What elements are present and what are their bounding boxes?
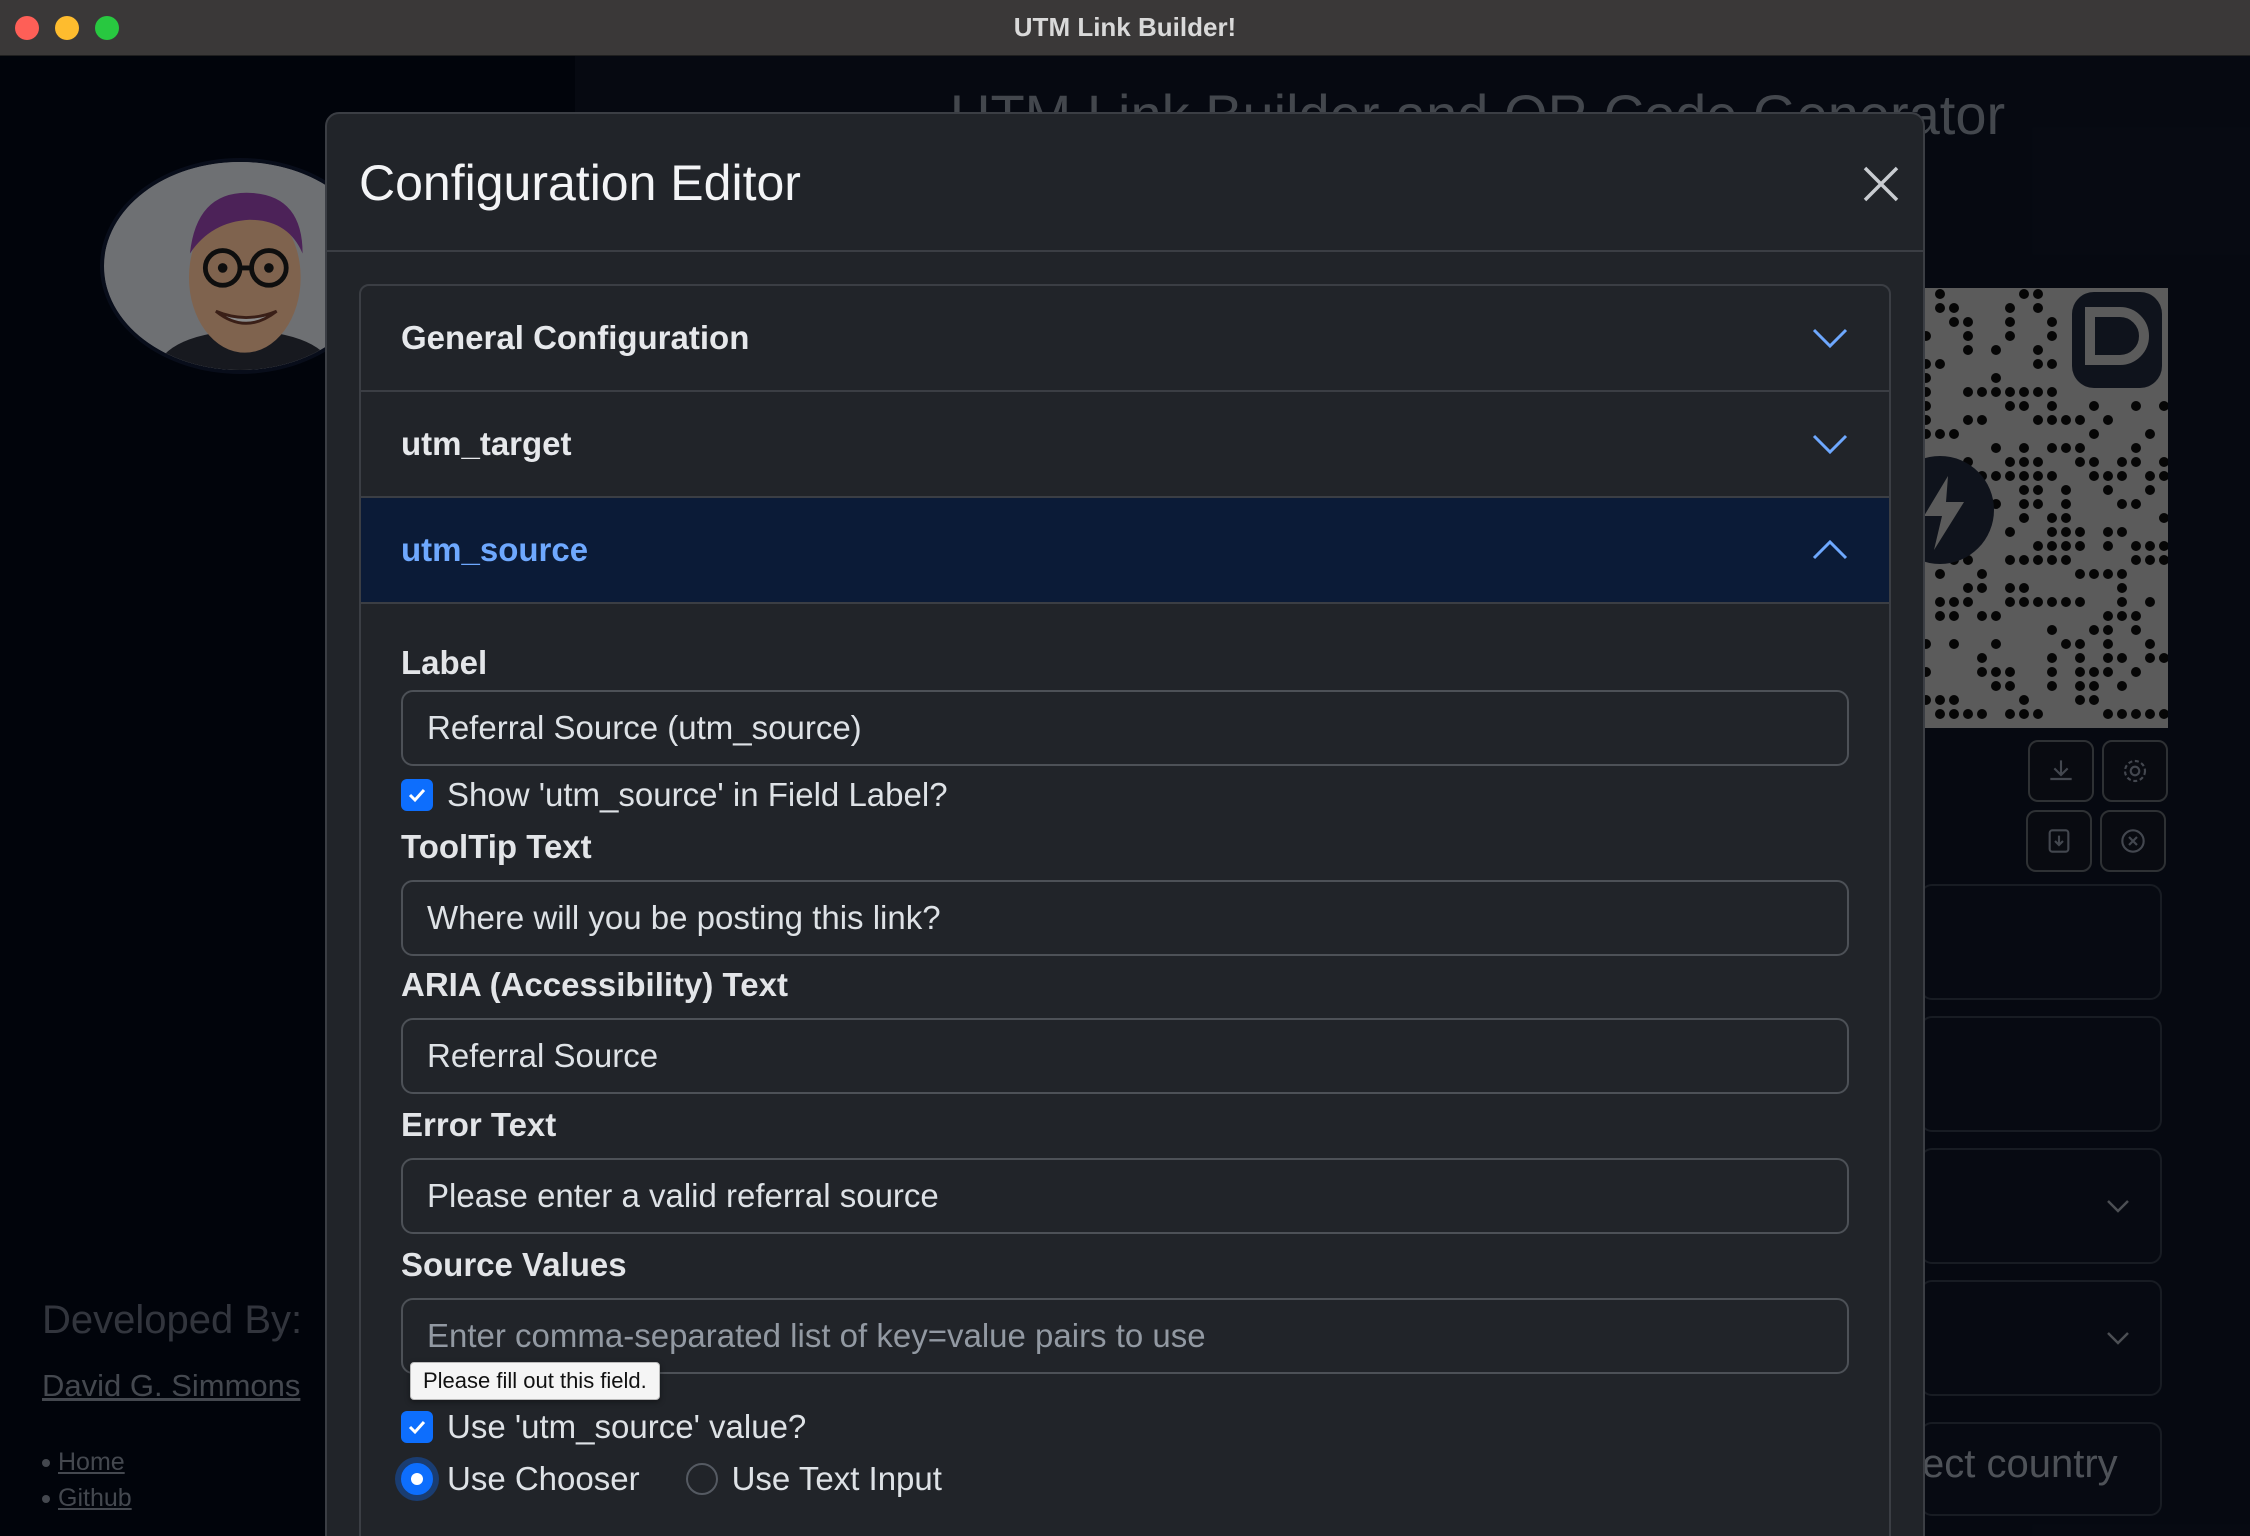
window-close-button[interactable] bbox=[15, 16, 39, 40]
check-icon bbox=[408, 788, 426, 803]
check-icon bbox=[408, 1420, 426, 1435]
config-accordion: General Configuration utm_target utm_sou… bbox=[359, 284, 1891, 1536]
tooltip-input[interactable] bbox=[401, 880, 1849, 956]
aria-title: ARIA (Accessibility) Text bbox=[401, 966, 788, 1003]
app-window: UTM Link Builder! UTM Link Builder and Q… bbox=[0, 0, 2250, 1536]
tooltip-title: ToolTip Text bbox=[401, 828, 592, 865]
accordion-label: General Configuration bbox=[401, 319, 750, 356]
modal-header: Configuration Editor bbox=[327, 114, 1923, 252]
window-maximize-button[interactable] bbox=[95, 16, 119, 40]
show-in-label-text: Show 'utm_source' in Field Label? bbox=[447, 776, 948, 813]
error-input[interactable] bbox=[401, 1158, 1849, 1234]
source-values-title: Source Values bbox=[401, 1246, 627, 1283]
chevron-down-icon bbox=[1812, 434, 1848, 455]
chevron-down-icon bbox=[1812, 328, 1848, 349]
use-chooser-radio[interactable] bbox=[401, 1463, 433, 1495]
config-editor-modal: Configuration Editor General Configurati… bbox=[325, 112, 1925, 1536]
use-value-checkbox[interactable] bbox=[401, 1411, 433, 1443]
show-in-label-checkbox[interactable] bbox=[401, 779, 433, 811]
use-text-input-label[interactable]: Use Text Input bbox=[732, 1460, 942, 1498]
use-chooser-label[interactable]: Use Chooser bbox=[447, 1460, 640, 1498]
accordion-utm-target[interactable]: utm_target bbox=[361, 392, 1889, 498]
close-icon bbox=[1863, 166, 1899, 202]
accordion-utm-source[interactable]: utm_source bbox=[361, 498, 1889, 604]
label-title: Label bbox=[401, 644, 488, 681]
accordion-label: utm_target bbox=[401, 425, 572, 462]
accordion-label: utm_source bbox=[401, 531, 589, 568]
aria-input[interactable] bbox=[401, 1018, 1849, 1094]
show-in-label-checkbox-row[interactable]: Show 'utm_source' in Field Label? bbox=[401, 776, 948, 814]
use-value-text: Use 'utm_source' value? bbox=[447, 1408, 807, 1445]
use-value-checkbox-row[interactable]: Use 'utm_source' value? bbox=[401, 1408, 806, 1446]
use-text-input-radio[interactable] bbox=[685, 1463, 718, 1495]
label-input[interactable] bbox=[401, 690, 1849, 766]
window-title: UTM Link Builder! bbox=[1013, 12, 1237, 42]
title-bar: UTM Link Builder! bbox=[0, 0, 2250, 56]
modal-close-button[interactable] bbox=[1855, 158, 1907, 210]
window-minimize-button[interactable] bbox=[55, 16, 79, 40]
modal-title: Configuration Editor bbox=[359, 155, 801, 211]
accordion-general-configuration[interactable]: General Configuration bbox=[361, 286, 1889, 392]
mode-radio-group: Use Chooser Use Text Input bbox=[401, 1460, 942, 1498]
error-title: Error Text bbox=[401, 1106, 557, 1143]
chevron-up-icon bbox=[1812, 539, 1848, 560]
validation-tooltip: Please fill out this field. bbox=[410, 1362, 660, 1400]
